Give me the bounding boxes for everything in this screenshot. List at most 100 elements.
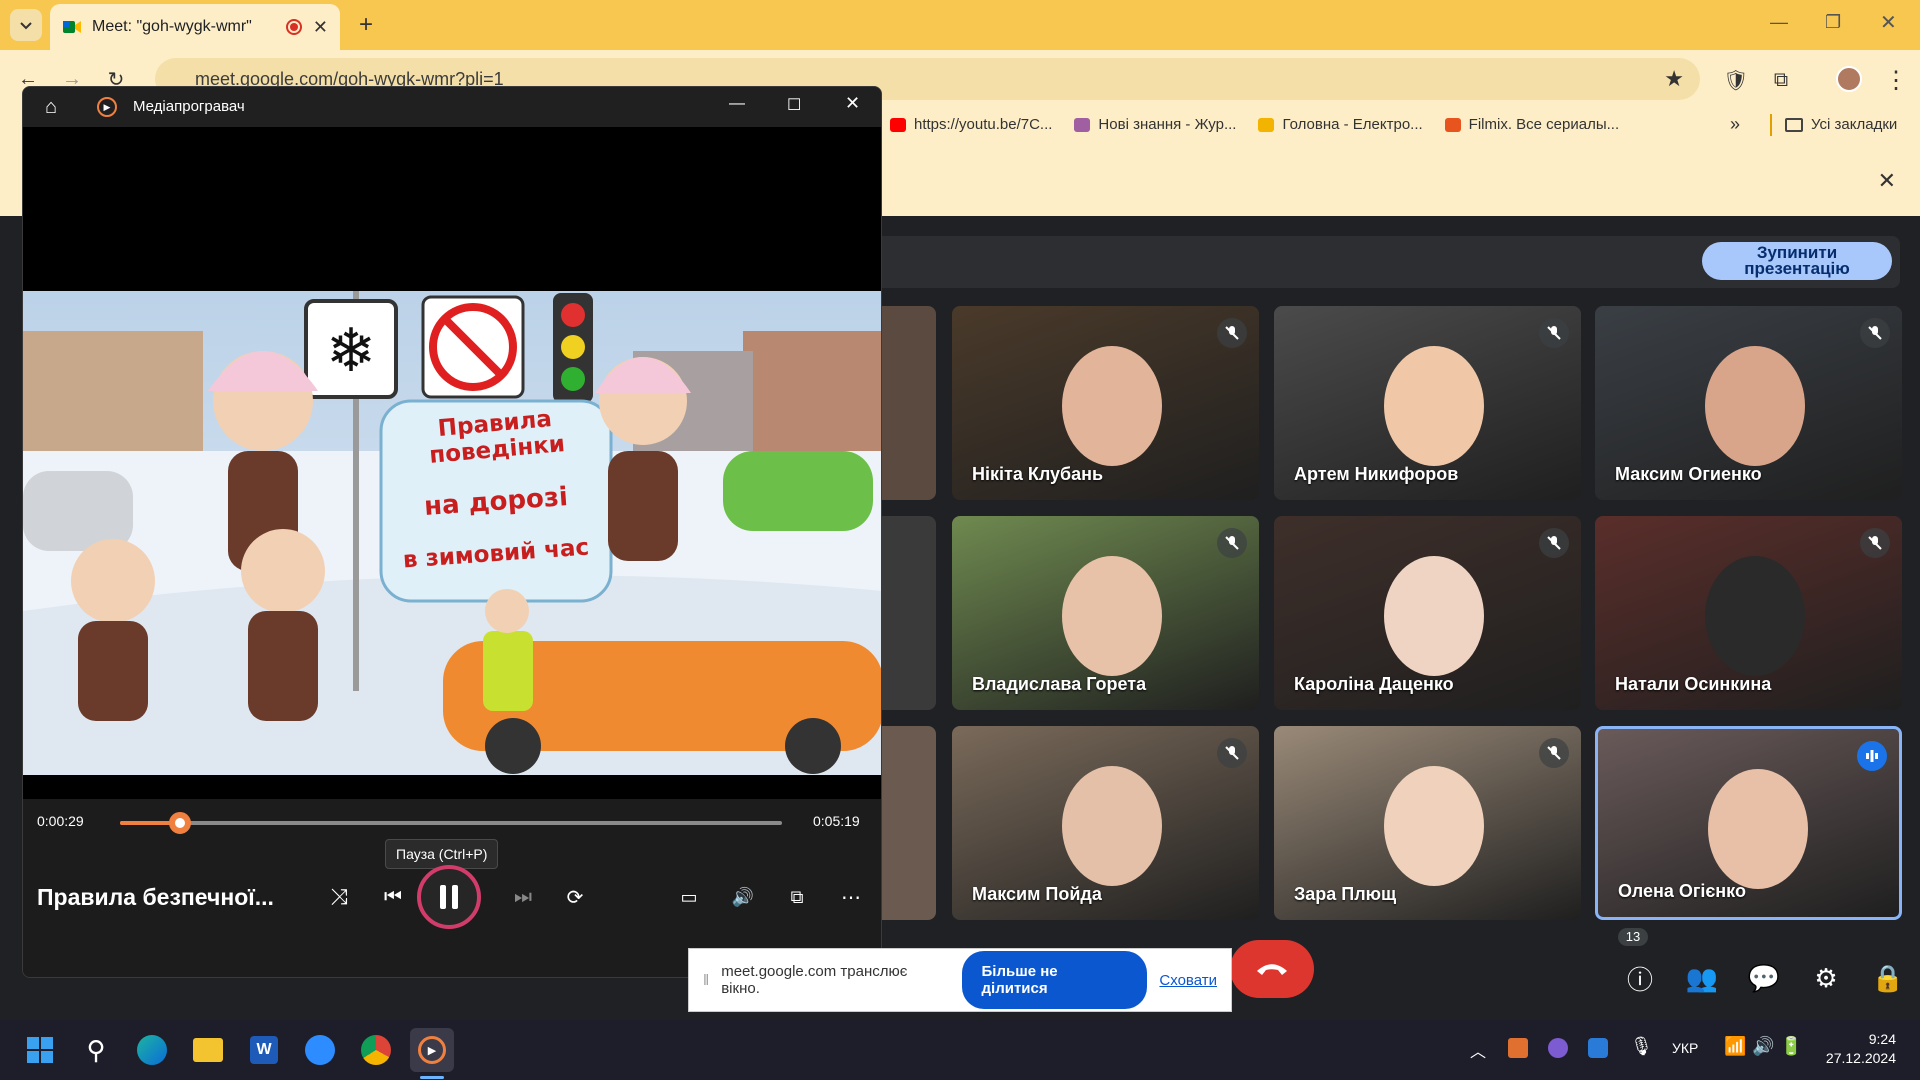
leave-call-button[interactable] bbox=[1230, 940, 1314, 998]
participant-tile[interactable]: Нікіта Клубань bbox=[952, 306, 1259, 500]
youtube-icon bbox=[890, 117, 906, 132]
word-icon[interactable]: W bbox=[242, 1028, 286, 1072]
clock[interactable]: 9:24 27.12.2024 bbox=[1820, 1030, 1896, 1068]
security-icon[interactable] bbox=[1588, 1038, 1608, 1058]
infobar-close-icon[interactable]: ✕ bbox=[1878, 168, 1896, 194]
more-options-icon[interactable]: ⋯ bbox=[831, 877, 871, 917]
mic-off-icon bbox=[1539, 528, 1569, 558]
subtitles-icon[interactable]: ▭ bbox=[669, 877, 709, 917]
viber-icon[interactable] bbox=[1548, 1038, 1568, 1058]
tab-title: Meet: "goh-wygk-wmr" bbox=[92, 18, 252, 35]
file-explorer-icon[interactable] bbox=[186, 1028, 230, 1072]
participant-name: Натали Осинкина bbox=[1615, 674, 1772, 694]
tab-meet[interactable]: Meet: "goh-wygk-wmr" ✕ bbox=[50, 4, 340, 50]
tray-overflow-icon[interactable]: ︿ bbox=[1470, 1038, 1486, 1062]
new-tab-icon[interactable]: + bbox=[350, 9, 382, 41]
hide-link[interactable]: Сховати bbox=[1159, 972, 1217, 989]
repeat-icon[interactable]: ⟳ bbox=[555, 877, 595, 917]
chat-icon[interactable]: 💬 bbox=[1742, 956, 1786, 1000]
tab-close-icon[interactable]: ✕ bbox=[313, 17, 328, 38]
participant-count-badge: 13 bbox=[1618, 928, 1648, 946]
seek-bar[interactable] bbox=[120, 812, 782, 834]
svg-text:❄: ❄ bbox=[326, 317, 376, 384]
sun-icon bbox=[1258, 117, 1275, 132]
puzzle-icon[interactable]: ⧉ bbox=[1765, 64, 1797, 96]
microphone-icon[interactable]: 🎙 bbox=[1630, 1036, 1653, 1057]
bookmark-label: Filmix. Все сериалы... bbox=[1468, 116, 1620, 133]
restore-icon[interactable]: ❐ bbox=[1825, 12, 1841, 33]
info-icon[interactable]: ⓘ bbox=[1618, 956, 1662, 1000]
tray-app-icon[interactable] bbox=[1508, 1038, 1528, 1058]
people-icon[interactable]: 👥 bbox=[1680, 956, 1724, 1000]
activities-icon[interactable]: ⚙ bbox=[1804, 956, 1848, 1000]
bookmark-star-icon[interactable]: ★ bbox=[1664, 66, 1684, 92]
media-player-logo-icon: ▶ bbox=[97, 97, 117, 117]
pause-button[interactable] bbox=[417, 865, 481, 929]
all-bookmarks[interactable]: Усі закладки bbox=[1785, 116, 1897, 133]
player-minimize-icon[interactable]: — bbox=[729, 95, 745, 113]
media-player-taskbar-icon[interactable]: ▶ bbox=[410, 1028, 454, 1072]
media-title: Правила безпечної... bbox=[37, 884, 274, 910]
site-icon bbox=[1074, 117, 1091, 132]
previous-icon[interactable]: ⏮ bbox=[373, 877, 413, 917]
window-close-icon[interactable]: ✕ bbox=[1880, 10, 1897, 35]
mic-off-icon bbox=[1860, 318, 1890, 348]
participant-tile[interactable]: Максим Пойда bbox=[952, 726, 1259, 920]
divider bbox=[1770, 114, 1772, 136]
mic-off-icon bbox=[1217, 318, 1247, 348]
start-icon[interactable] bbox=[18, 1028, 62, 1072]
zoom-icon[interactable] bbox=[298, 1028, 342, 1072]
language-indicator[interactable]: УКР bbox=[1672, 1040, 1698, 1056]
active-app-indicator bbox=[420, 1076, 444, 1079]
bookmark-item[interactable]: Filmix. Все сериалы... bbox=[1444, 116, 1620, 133]
chrome-icon[interactable] bbox=[354, 1028, 398, 1072]
stop-presentation-button[interactable]: Зупинити презентацію bbox=[1702, 242, 1892, 280]
participant-tile[interactable]: Натали Осинкина bbox=[1595, 516, 1902, 710]
participant-video bbox=[1062, 556, 1162, 676]
meet-logo-icon bbox=[63, 21, 81, 33]
pause-icon bbox=[440, 885, 458, 909]
next-icon[interactable]: ⏭ bbox=[503, 877, 543, 917]
participant-tile[interactable]: Артем Никифоров bbox=[1274, 306, 1581, 500]
hang-up-icon bbox=[1257, 964, 1287, 975]
media-player-window: ⌂ ▶ Медіапрогравач — ☐ ✕ ❄ Правила повед… bbox=[22, 86, 882, 978]
video-surface[interactable]: ❄ Правила поведінки на дорозі в зимовий … bbox=[23, 127, 881, 847]
participant-video bbox=[1705, 556, 1805, 676]
player-close-icon[interactable]: ✕ bbox=[845, 93, 860, 114]
slide-title: Правила поведінки на дорозі в зимовий ча… bbox=[381, 406, 611, 573]
host-controls-icon[interactable]: 🔒 bbox=[1866, 956, 1910, 1000]
menu-icon[interactable]: ⋮ bbox=[1880, 64, 1912, 96]
screen-share-bar: ‖ meet.google.com транслює вікно. Більше… bbox=[688, 948, 1232, 1012]
bookmark-item[interactable]: Нові знання - Жур... bbox=[1074, 116, 1236, 133]
participant-tile[interactable]: Владислава Горета bbox=[952, 516, 1259, 710]
volume-icon[interactable]: 🔊 bbox=[723, 877, 763, 917]
shuffle-icon[interactable]: ⤨ bbox=[319, 877, 359, 917]
player-app-title: Медіапрогравач bbox=[133, 98, 245, 115]
participant-tile[interactable]: Кароліна Даценко bbox=[1274, 516, 1581, 710]
participant-tile[interactable]: Зара Плющ bbox=[1274, 726, 1581, 920]
drag-handle-icon[interactable]: ‖ bbox=[703, 972, 709, 989]
more-bookmarks-icon[interactable]: » bbox=[1730, 114, 1740, 135]
minimize-icon[interactable]: — bbox=[1770, 12, 1788, 33]
stop-sharing-button[interactable]: Більше не ділитися bbox=[961, 951, 1148, 1009]
tab-search-button[interactable] bbox=[10, 9, 42, 41]
profile-avatar[interactable] bbox=[1836, 66, 1862, 92]
all-bookmarks-label: Усі закладки bbox=[1811, 116, 1898, 133]
bookmark-item[interactable]: Головна - Електро... bbox=[1258, 116, 1423, 133]
wifi-icon[interactable]: 📶 bbox=[1724, 1036, 1746, 1057]
battery-icon[interactable]: 🔋 bbox=[1780, 1036, 1802, 1057]
miniplayer-icon[interactable]: ⧉ bbox=[777, 877, 817, 917]
participant-tile[interactable]: Олена Огієнко bbox=[1595, 726, 1902, 920]
volume-tray-icon[interactable]: 🔊 bbox=[1752, 1036, 1774, 1057]
participant-tile[interactable]: Максим Огиенко bbox=[1595, 306, 1902, 500]
extension-icon[interactable]: 🛡 bbox=[1720, 64, 1752, 96]
seek-thumb[interactable] bbox=[168, 812, 191, 834]
edge-icon[interactable] bbox=[130, 1028, 174, 1072]
mic-off-icon bbox=[1217, 738, 1247, 768]
bookmark-item[interactable]: https://youtu.be/7C... bbox=[890, 116, 1052, 133]
player-maximize-icon[interactable]: ☐ bbox=[787, 95, 801, 115]
search-icon[interactable]: ⚲ bbox=[74, 1028, 118, 1072]
participant-name: Нікіта Клубань bbox=[972, 464, 1104, 484]
home-icon[interactable]: ⌂ bbox=[35, 91, 67, 123]
folder-icon bbox=[1785, 117, 1803, 132]
